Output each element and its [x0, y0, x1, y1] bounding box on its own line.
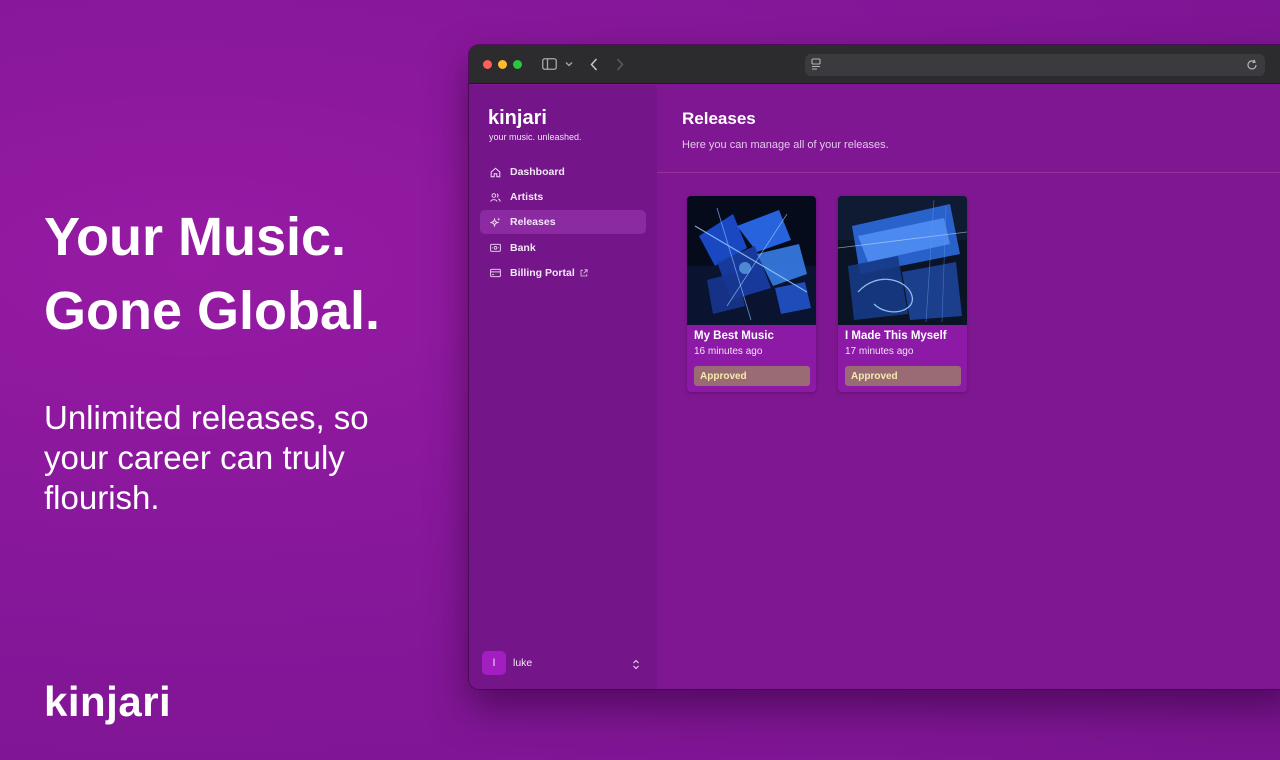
app-logo[interactable]: kinjari — [488, 107, 547, 130]
sidebar-item-label: Releases — [510, 216, 556, 229]
release-cover-image — [687, 196, 816, 325]
main-content: Releases Here you can manage all of your… — [657, 85, 1280, 689]
zoom-window-button[interactable] — [513, 60, 522, 69]
app-sidebar: kinjari your music. unleashed. Dashboard… — [469, 85, 657, 689]
user-name: luke — [513, 657, 533, 669]
sidebar-item-billing-portal[interactable]: Billing Portal — [480, 261, 646, 285]
page-title: Releases — [682, 109, 756, 128]
hero-subtitle: Unlimited releases, so your career can t… — [44, 399, 369, 516]
forward-arrow-icon[interactable] — [613, 56, 627, 72]
sidebar-toggle-icon[interactable] — [541, 56, 557, 72]
close-window-button[interactable] — [483, 60, 492, 69]
sidebar-item-label: Billing Portal — [510, 266, 575, 279]
users-icon — [490, 192, 501, 203]
back-arrow-icon[interactable] — [587, 56, 601, 72]
chevron-down-icon[interactable] — [564, 56, 574, 72]
brand-logo: kinjari — [44, 678, 172, 725]
sidebar-item-label: Dashboard — [510, 166, 565, 178]
header-divider — [657, 172, 1280, 173]
sidebar-nav: Dashboard Artists Releases Bank Billing … — [480, 160, 646, 286]
user-menu[interactable]: l luke — [482, 651, 642, 675]
release-title: My Best Music — [694, 330, 774, 342]
release-cover-image — [838, 196, 967, 325]
sidebar-item-bank[interactable]: Bank — [480, 236, 646, 260]
release-time: 17 minutes ago — [845, 346, 914, 357]
home-icon — [490, 167, 501, 178]
browser-titlebar — [469, 45, 1280, 84]
sidebar-item-label: Bank — [510, 241, 536, 254]
external-link-icon — [580, 269, 588, 277]
sidebar-item-artists[interactable]: Artists — [480, 185, 646, 209]
app-tagline: your music. unleashed. — [489, 132, 582, 142]
release-time: 16 minutes ago — [694, 346, 763, 357]
bank-icon — [490, 242, 501, 253]
address-bar[interactable] — [805, 54, 1265, 76]
minimize-window-button[interactable] — [498, 60, 507, 69]
release-card[interactable]: My Best Music 16 minutes ago Approved — [687, 196, 816, 392]
sidebar-item-dashboard[interactable]: Dashboard — [480, 160, 646, 184]
sidebar-item-label: Artists — [510, 191, 544, 204]
sparkles-icon — [490, 217, 501, 228]
status-badge: Approved — [694, 366, 810, 386]
release-title: I Made This Myself — [845, 330, 947, 342]
reload-icon[interactable] — [1246, 58, 1259, 72]
browser-window: kinjari your music. unleashed. Dashboard… — [469, 45, 1280, 689]
sidebar-item-releases[interactable]: Releases — [480, 210, 646, 235]
chevron-up-down-icon[interactable] — [632, 657, 642, 670]
status-badge: Approved — [845, 366, 961, 386]
release-card[interactable]: I Made This Myself 17 minutes ago Approv… — [838, 196, 967, 392]
hero-headline-line-1: Your Music. — [44, 207, 347, 267]
card-icon — [490, 267, 501, 278]
hero-headline-line-2: Gone Global. — [44, 281, 381, 341]
avatar: l — [482, 651, 506, 675]
page-menu-icon[interactable] — [811, 58, 823, 72]
page-subtitle: Here you can manage all of your releases… — [682, 139, 889, 151]
